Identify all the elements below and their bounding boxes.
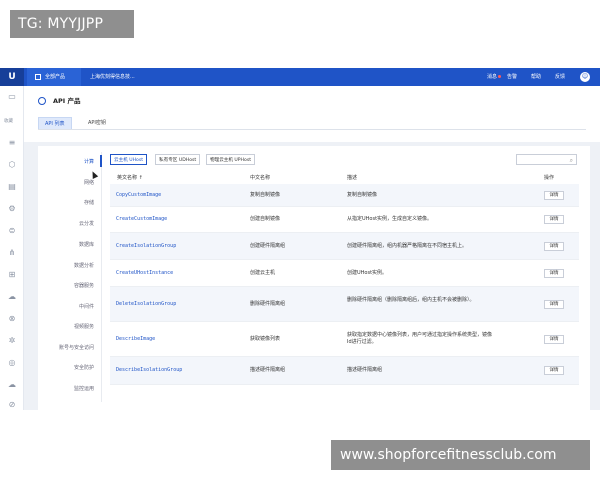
console-screenshot: U 全部产品 上海优刻得信息技... 消息 告警 帮助 反馈 ☺ ▭ 收藏 ≡ … <box>0 68 600 410</box>
category-divider <box>101 152 102 402</box>
segment-uphost[interactable]: 物理云主机 UPHost <box>206 154 256 165</box>
watermark-top-left: TG: MYYJJPP <box>10 10 134 38</box>
details-button[interactable]: 详情 <box>544 366 564 375</box>
category-compute[interactable]: 计算 <box>84 158 94 165</box>
all-products-label: 全部产品 <box>45 74 66 80</box>
api-name-link[interactable]: DescribeImage <box>116 336 155 343</box>
security-icon[interactable]: ⊗ <box>7 314 17 324</box>
api-product-icon <box>38 97 46 105</box>
unread-dot-icon <box>498 74 502 78</box>
file-icon[interactable]: ▤ <box>7 182 17 192</box>
grid-icon <box>35 74 41 80</box>
api-description: 创建硬件隔离组，组内机器严格隔离在不同宿主机上。 <box>347 243 468 249</box>
api-name-link[interactable]: CopyCustomImage <box>116 192 161 199</box>
cloud-icon[interactable]: ☁ <box>7 292 17 302</box>
api-description: 复制自制镜像 <box>347 192 378 198</box>
search-input[interactable]: ⌕ <box>516 154 577 165</box>
brand-logo[interactable]: U <box>0 68 24 86</box>
api-chinese-name: 创建硬件隔离组 <box>250 243 286 249</box>
api-description: 从指定UHost实例，生成自定义镜像。 <box>347 216 433 222</box>
api-chinese-name: 描述硬件隔离组 <box>250 367 286 373</box>
messages-link[interactable]: 消息 <box>487 68 502 86</box>
active-category-indicator <box>100 155 102 167</box>
top-navigation-bar: U 全部产品 上海优刻得信息技... 消息 告警 帮助 反馈 ☺ <box>0 68 600 86</box>
api-chinese-name: 创建自制镜像 <box>250 216 281 222</box>
details-button[interactable]: 详情 <box>544 242 564 251</box>
column-header-chinese-name: 中文名称 <box>250 175 271 181</box>
column-header-english-name[interactable]: 英文名称 ↑ <box>117 174 143 181</box>
gear-icon[interactable]: ⚙ <box>7 204 17 214</box>
api-description: 获取指定数据中心镜像列表，用户可通过指定操作系统类型，镜像Id进行过滤。 <box>347 332 493 345</box>
details-button[interactable]: 详情 <box>544 300 564 309</box>
api-description: 删除硬件隔离组（删除隔离组后，组内主机不会被删除）。 <box>347 297 475 303</box>
table-row: CreateUHostInstance 创建云主机 创建UHost实例。 详情 <box>110 260 579 287</box>
watermark-bottom-right: www.shopforcefitnessclub.com <box>331 440 590 470</box>
details-button[interactable]: 详情 <box>544 215 564 224</box>
dashboard-icon[interactable]: ▭ <box>7 92 17 102</box>
details-button[interactable]: 详情 <box>544 335 564 344</box>
api-description: 创建UHost实例。 <box>347 270 388 276</box>
user-avatar-icon[interactable]: ☺ <box>580 72 590 82</box>
shield-icon[interactable]: ◎ <box>7 358 17 368</box>
category-cdn[interactable]: 云分发 <box>79 220 94 227</box>
messages-label: 消息 <box>487 74 498 80</box>
category-protection[interactable]: 安全防护 <box>74 364 94 371</box>
page-header: API 产品 API 列表 API密钥 <box>24 86 600 142</box>
api-description: 描述硬件隔离组 <box>347 367 383 373</box>
table-row: CreateCustomImage 创建自制镜像 从指定UHost实例，生成自定… <box>110 207 579 233</box>
api-name-link[interactable]: DeleteIsolationGroup <box>116 301 176 308</box>
table-row: CreateIsolationGroup 创建硬件隔离组 创建硬件隔离组，组内机… <box>110 233 579 260</box>
column-header-actions: 操作 <box>544 175 555 181</box>
api-name-link[interactable]: DescribeIsolationGroup <box>116 367 182 374</box>
api-chinese-name: 复制自制镜像 <box>250 192 281 198</box>
category-monitoring[interactable]: 监控运用 <box>74 385 94 392</box>
feedback-link[interactable]: 反馈 <box>555 68 565 86</box>
api-name-link[interactable]: CreateUHostInstance <box>116 270 173 277</box>
category-storage[interactable]: 存储 <box>84 199 94 206</box>
category-middleware[interactable]: 中间件 <box>79 303 94 310</box>
block-icon[interactable]: ⊘ <box>7 400 17 410</box>
details-button[interactable]: 详情 <box>544 191 564 200</box>
category-account-security[interactable]: 账号与安全访问 <box>59 344 94 351</box>
api-name-link[interactable]: CreateCustomImage <box>116 216 167 223</box>
details-button[interactable]: 详情 <box>544 269 564 278</box>
column-header-description: 描述 <box>347 175 358 181</box>
table-row: DescribeIsolationGroup 描述硬件隔离组 描述硬件隔离组 详… <box>110 357 579 385</box>
category-containers[interactable]: 容器服务 <box>74 282 94 289</box>
segment-udhost[interactable]: 私有专区 UDHost <box>155 154 201 165</box>
category-analytics[interactable]: 数据分析 <box>74 262 94 269</box>
chart-icon[interactable]: ⊞ <box>7 270 17 280</box>
tab-api-keys[interactable]: API密钥 <box>82 117 112 129</box>
alerts-link[interactable]: 告警 <box>507 68 517 86</box>
left-icon-rail: ▭ 收藏 ≡ ⬡ ▤ ⚙ ⊜ ⋔ ⊞ ☁ ⊗ ✲ ◎ ☁ ⊘ <box>0 86 24 410</box>
favorites-label[interactable]: 收藏 <box>4 118 13 124</box>
cube-icon[interactable]: ⬡ <box>7 160 17 170</box>
category-network[interactable]: 网络 <box>84 179 94 186</box>
tab-api-list[interactable]: API 列表 <box>38 117 72 129</box>
api-chinese-name: 创建云主机 <box>250 270 276 276</box>
table-row: CopyCustomImage 复制自制镜像 复制自制镜像 详情 <box>110 184 579 207</box>
tab-divider <box>38 129 586 130</box>
sparkle-icon[interactable]: ✲ <box>7 336 17 346</box>
table-row: DeleteIsolationGroup 删除硬件隔离组 删除硬件隔离组（删除隔… <box>110 287 579 322</box>
list-icon[interactable]: ≡ <box>7 138 17 148</box>
table-row: DescribeImage 获取镜像列表 获取指定数据中心镜像列表，用户可通过指… <box>110 322 579 357</box>
api-chinese-name: 获取镜像列表 <box>250 336 281 342</box>
category-database[interactable]: 数据库 <box>79 241 94 248</box>
page: TG: MYYJJPP U 全部产品 上海优刻得信息技... 消息 告警 帮助 … <box>0 0 600 480</box>
segment-uhost[interactable]: 云主机 UHost <box>110 154 148 165</box>
api-panel: 计算 网络 存储 云分发 数据库 数据分析 容器服务 中间件 视频服务 账号与安… <box>38 146 590 410</box>
api-chinese-name: 删除硬件隔离组 <box>250 301 286 307</box>
all-products-button[interactable]: 全部产品 <box>27 68 81 86</box>
page-title: API 产品 <box>53 97 81 105</box>
cloud-sync-icon[interactable]: ☁ <box>7 380 17 390</box>
api-name-link[interactable]: CreateIsolationGroup <box>116 243 176 250</box>
category-video[interactable]: 视频服务 <box>74 323 94 330</box>
database-icon[interactable]: ⊜ <box>7 226 17 236</box>
search-icon: ⌕ <box>569 157 573 164</box>
network-icon[interactable]: ⋔ <box>7 248 17 258</box>
help-link[interactable]: 帮助 <box>531 68 541 86</box>
region-selector[interactable]: 上海优刻得信息技... <box>90 68 135 86</box>
